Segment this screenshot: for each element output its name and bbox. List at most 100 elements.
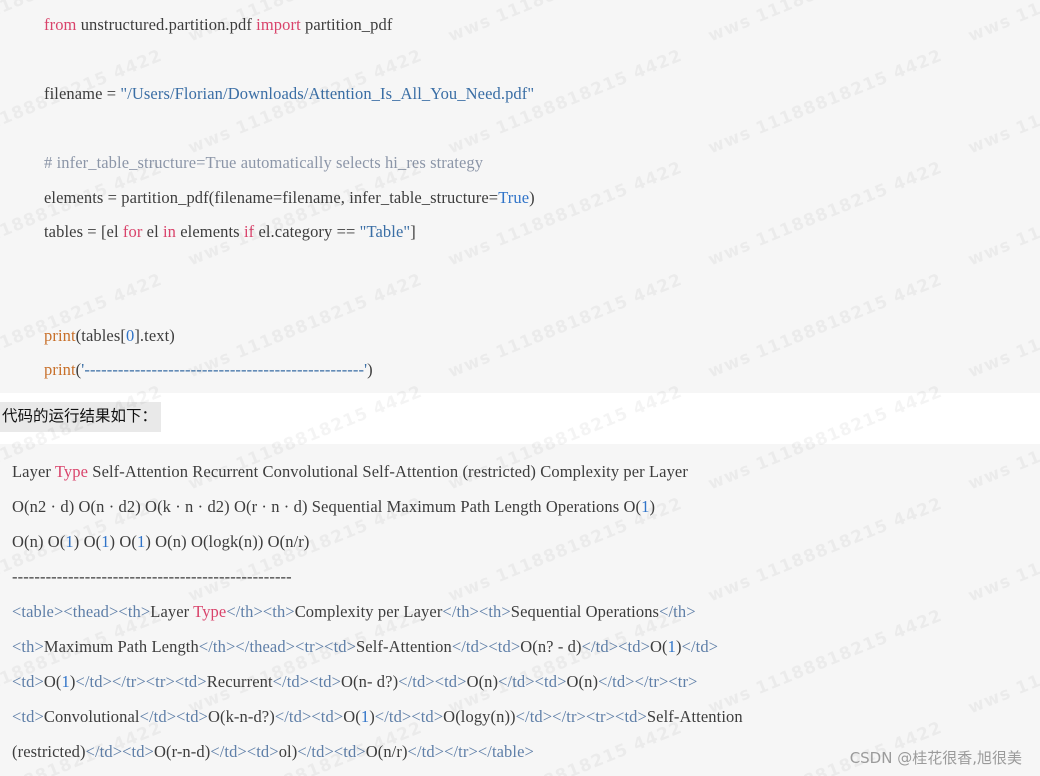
token-tname: Self-Attention Recurrent Convolutional S… <box>88 462 688 481</box>
code-line: from unstructured.partition.pdf import p… <box>0 8 1040 43</box>
token-tagc: </td></tr><tr> <box>598 672 698 691</box>
token-tname: O(k-n-d?) <box>207 707 275 726</box>
token-tname: Layer <box>150 602 194 621</box>
token-tname: Recurrent <box>206 672 273 691</box>
code-line: # infer_table_structure=True automatical… <box>0 146 1040 181</box>
token-num: 1 <box>667 637 676 656</box>
code-line: filename = "/Users/Florian/Downloads/Att… <box>0 77 1040 112</box>
result-caption: 代码的运行结果如下： <box>0 402 162 432</box>
token-tname: Complexity per Layer <box>294 602 443 621</box>
code-line: <td>Convolutional</td><td>O(k-n-d?)</td>… <box>0 699 1040 734</box>
token-tagc: <th> <box>12 637 44 656</box>
code-line: ----------------------------------------… <box>0 559 1040 594</box>
token-tagc: </td><td> <box>297 742 366 761</box>
token-plain: partition_pdf <box>300 15 393 34</box>
token-tagc: <td> <box>12 707 44 726</box>
token-plain: unstructured.partition.pdf <box>76 15 257 34</box>
token-tagc: </td></tr><tr><td> <box>75 672 207 691</box>
code-line: print('---------------------------------… <box>0 353 1040 388</box>
token-tname: O(n) O( <box>12 532 66 551</box>
token-tname: Sequential Operations <box>510 602 660 621</box>
token-plain: elements <box>176 222 244 241</box>
token-tagc: </td><td> <box>85 742 154 761</box>
token-tname: O(n- d?) <box>341 672 399 691</box>
token-str: '---------------------------------------… <box>81 360 368 379</box>
token-tagc: <table><thead><th> <box>12 602 151 621</box>
token-tname: ) <box>649 497 656 516</box>
code-line: Layer Type Self-Attention Recurrent Conv… <box>0 454 1040 489</box>
program-output-block: Layer Type Self-Attention Recurrent Conv… <box>0 444 1040 776</box>
token-tname: ) O( <box>73 532 102 551</box>
token-tname: ol) <box>278 742 298 761</box>
code-line: tables = [el for el in elements if el.ca… <box>0 215 1040 250</box>
token-tname: Maximum Path Length <box>43 637 199 656</box>
token-tname: ) O(n) O(logk(n)) O(n/r) <box>145 532 310 551</box>
token-tagc: </td><td> <box>374 707 444 726</box>
token-tagc: </td></tr><tr><td> <box>515 707 647 726</box>
code-line: O(n) O(1) O(1) O(1) O(n) O(logk(n)) O(n/… <box>0 524 1040 559</box>
token-str: "/Users/Florian/Downloads/Attention_Is_A… <box>120 84 535 103</box>
token-tagc: </td></tr></table> <box>407 742 534 761</box>
code-lines-container: from unstructured.partition.pdf import p… <box>0 8 1040 393</box>
token-lit: True <box>498 187 530 207</box>
token-tname: O(n) <box>466 672 499 691</box>
token-plain: (tables[ <box>75 325 126 345</box>
token-tagc: </td> <box>681 637 719 656</box>
token-plain: el.category == <box>254 222 360 241</box>
token-tagc: </th> <box>659 602 696 621</box>
token-kw: from <box>44 15 77 34</box>
token-tname: ) O( <box>109 532 137 551</box>
token-tagc: </td><td> <box>272 672 342 691</box>
token-num: 1 <box>61 672 70 691</box>
token-tagc: </td><td> <box>139 707 208 726</box>
output-lines-container: Layer Type Self-Attention Recurrent Conv… <box>0 454 1040 769</box>
code-line: print(tables[0].text) <box>0 319 1040 354</box>
result-caption-wrapper: 代码的运行结果如下： <box>0 402 1040 438</box>
token-tname: O( <box>649 637 668 656</box>
token-plain: tables = [el <box>44 222 123 241</box>
token-tagc: <td> <box>12 672 44 691</box>
python-code-block: from unstructured.partition.pdf import p… <box>0 0 1040 393</box>
csdn-credit: CSDN @桂花很香,旭很美 <box>849 749 1022 767</box>
token-plain: ].text) <box>134 325 175 345</box>
code-line: <table><thead><th>Layer Type</th><th>Com… <box>0 594 1040 629</box>
token-num: 1 <box>101 532 110 551</box>
token-tagc: </td><td> <box>581 637 650 656</box>
token-tname: O(n2 · d) O(n · d2) O(k · n · d2) O(r · … <box>12 497 642 516</box>
token-kw: import <box>256 15 301 34</box>
token-kw: for <box>122 222 143 241</box>
code-line: <th>Maximum Path Length</th></thead><tr>… <box>0 629 1040 664</box>
code-line: O(n2 · d) O(n · d2) O(k · n · d2) O(r · … <box>0 489 1040 524</box>
token-tname: O(n? - d) <box>520 637 582 656</box>
token-str: "Table" <box>359 222 411 241</box>
token-tagc: </td><td> <box>498 672 567 691</box>
token-tname: O( <box>343 707 361 726</box>
token-tname: O(logy(n)) <box>443 707 516 726</box>
token-tname: O( <box>43 672 62 691</box>
token-bi: print <box>44 360 76 379</box>
token-tagc: </th><th> <box>442 602 511 621</box>
code-line: elements = partition_pdf(filename=filena… <box>0 181 1040 216</box>
token-plain: ) <box>367 360 373 379</box>
token-tname: (restricted) <box>12 742 86 761</box>
token-tname: O(n) <box>566 672 599 691</box>
token-tname: Layer <box>12 462 55 481</box>
token-com: # infer_table_structure=True automatical… <box>44 153 484 172</box>
token-num: 1 <box>360 707 370 726</box>
token-tagc: </th><th> <box>226 602 295 621</box>
token-bi: print <box>44 325 76 345</box>
token-hl: Type <box>193 602 227 621</box>
code-line: <td>O(1)</td></tr><tr><td>Recurrent</td>… <box>0 664 1040 699</box>
token-plain: ) <box>529 187 535 207</box>
token-num: 1 <box>65 532 74 551</box>
token-tname: O(r-n-d) <box>153 742 211 761</box>
token-tagc: </th></thead><tr><td> <box>198 637 357 656</box>
token-hl: Type <box>54 462 89 481</box>
token-tname: O(n/r) <box>365 742 408 761</box>
token-tagc: </td><td> <box>398 672 467 691</box>
token-plain: elements = partition_pdf(filename=filena… <box>44 187 499 207</box>
token-plain: filename = <box>44 84 121 103</box>
